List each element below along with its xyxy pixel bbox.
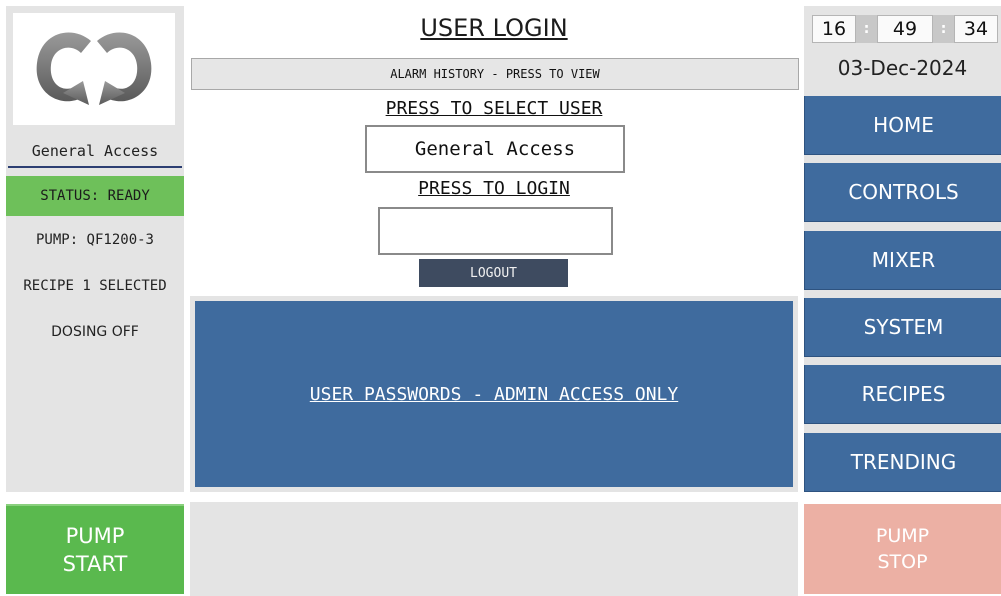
system-button[interactable]: SYSTEM [804, 298, 1001, 357]
pump-start-button[interactable]: PUMP START [6, 504, 184, 594]
pump-stop-line1: PUMP [875, 525, 930, 547]
login-panel: USER LOGIN ALARM HISTORY - PRESS TO VIEW… [190, 6, 799, 492]
status-sidebar: General Access STATUS: READY PUMP: QF120… [6, 6, 184, 492]
trending-button[interactable]: TRENDING [804, 433, 1001, 492]
dosing-status-label: DOSING OFF [51, 324, 139, 340]
pump-model-label: PUMP: QF1200-3 [35, 232, 154, 248]
recipe-status-label: RECIPE 1 SELECTED [23, 278, 167, 294]
pump-start-line2: START [62, 552, 128, 576]
pump-stop-line2: STOP [877, 551, 928, 573]
select-user-label: PRESS TO SELECT USER [385, 98, 603, 119]
time-separator: : [856, 15, 877, 43]
bottom-bar: PUMP START PUMP STOP [0, 498, 1001, 596]
admin-passwords-button[interactable]: USER PASSWORDS - ADMIN ACCESS ONLY [195, 301, 793, 487]
home-button[interactable]: HOME [804, 96, 1001, 155]
clock: 16 : 49 : 34 [812, 14, 998, 44]
current-user-label: General Access [31, 142, 159, 160]
admin-panel: USER PASSWORDS - ADMIN ACCESS ONLY [190, 296, 798, 492]
time-hours[interactable]: 16 [812, 15, 856, 43]
date-label: 03-Dec-2024 [837, 56, 968, 80]
navigation-sidebar: 16 : 49 : 34 03-Dec-2024 HOME CONTROLS M… [804, 6, 1001, 492]
pump-start-line1: PUMP [65, 524, 125, 548]
login-label: PRESS TO LOGIN [418, 178, 570, 199]
status-badge: STATUS: READY [6, 176, 184, 216]
circular-arrows-logo-icon [13, 13, 175, 125]
page-title: USER LOGIN [420, 14, 568, 42]
time-separator: : [933, 15, 954, 43]
alarm-history-button[interactable]: ALARM HISTORY - PRESS TO VIEW [191, 58, 799, 90]
bottom-spacer [190, 502, 798, 596]
password-field[interactable] [378, 207, 613, 255]
logout-button[interactable]: LOGOUT [419, 259, 568, 287]
time-seconds[interactable]: 34 [954, 15, 998, 43]
user-divider [8, 166, 182, 168]
controls-button[interactable]: CONTROLS [804, 163, 1001, 222]
recipes-button[interactable]: RECIPES [804, 365, 1001, 424]
time-minutes[interactable]: 49 [877, 15, 933, 43]
mixer-button[interactable]: MIXER [804, 231, 1001, 290]
pump-stop-button[interactable]: PUMP STOP [804, 504, 1001, 594]
user-select-field[interactable]: General Access [365, 125, 625, 173]
